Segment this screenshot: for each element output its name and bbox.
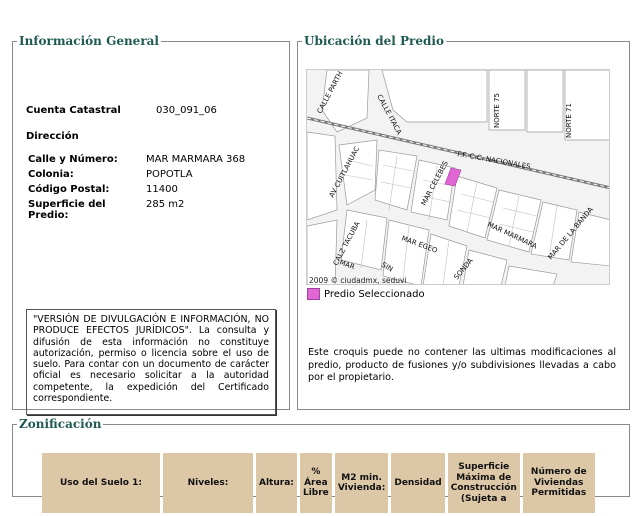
col-niveles: Niveles:	[163, 453, 253, 513]
address-table: Calle y Número: MAR MARMARA 368 Colonia:…	[28, 154, 245, 223]
street-label: NORTE 75	[493, 93, 501, 128]
direccion-label: Dirección	[26, 131, 79, 142]
cuenta-catastral-value: 030_091_06	[156, 105, 217, 116]
ubicacion-predio-legend: Ubicación del Predio	[304, 34, 444, 48]
calle-label: Calle y Número:	[28, 154, 118, 165]
map-copyright: 2009 © ciudadmx, seduvi	[309, 276, 407, 285]
codigo-postal-value: 11400	[146, 184, 178, 195]
address-row: Calle y Número: MAR MARMARA 368	[28, 154, 245, 169]
calle-value: MAR MARMARA 368	[146, 154, 246, 165]
superficie-label: Superficie del Predio:	[28, 199, 106, 221]
map-legend: Predio Seleccionado	[307, 288, 425, 300]
address-row: Colonia: POPOTLA	[28, 169, 245, 184]
zonificacion-table: Uso del Suelo 1: Niveles: Altura: % Área…	[39, 450, 598, 516]
superficie-value: 285 m2	[146, 199, 185, 210]
zonificacion-header-row: Uso del Suelo 1: Niveles: Altura: % Área…	[42, 453, 595, 513]
informacion-general-legend: Información General	[19, 34, 159, 48]
col-superficie-maxima: Superficie Máxima de Construcción (Sujet…	[447, 453, 520, 513]
cuenta-catastral-label: Cuenta Catastral	[26, 105, 121, 116]
col-altura: Altura:	[256, 453, 297, 513]
map-legend-label: Predio Seleccionado	[324, 288, 425, 300]
col-densidad: Densidad	[391, 453, 445, 513]
ubicacion-predio-panel: Ubicación del Predio CALLE PARTH CALLE I…	[297, 34, 630, 410]
selected-parcel-swatch	[307, 288, 320, 300]
disclaimer-box: "VERSIÓN DE DIVULGACIÓN E INFORMACIÓN, N…	[26, 309, 276, 415]
map-note: Este croquis puede no contener las ultim…	[308, 347, 616, 383]
colonia-label: Colonia:	[28, 169, 74, 180]
address-row: Código Postal: 11400	[28, 184, 245, 199]
colonia-value: POPOTLA	[146, 169, 193, 180]
col-m2-vivienda: M2 min. Vivienda:	[334, 453, 389, 513]
street-label: NORTE 71	[565, 103, 573, 138]
informacion-general-panel: Información General Cuenta Catastral 030…	[12, 34, 290, 415]
zonificacion-panel: Zonificación Uso del Suelo 1: Niveles: A…	[12, 417, 630, 513]
map-svg: CALLE PARTH CALLE ITACA NORTE 75 NORTE 7…	[307, 70, 609, 285]
col-viviendas-permitidas: Número de Viviendas Permitidas	[522, 453, 595, 513]
location-map[interactable]: CALLE PARTH CALLE ITACA NORTE 75 NORTE 7…	[306, 69, 610, 285]
codigo-postal-label: Código Postal:	[28, 184, 110, 195]
col-area-libre: % Área Libre	[299, 453, 332, 513]
zonificacion-legend: Zonificación	[19, 417, 102, 431]
address-row: Superficie del Predio: 285 m2	[28, 199, 245, 223]
col-uso-suelo: Uso del Suelo 1:	[42, 453, 160, 513]
